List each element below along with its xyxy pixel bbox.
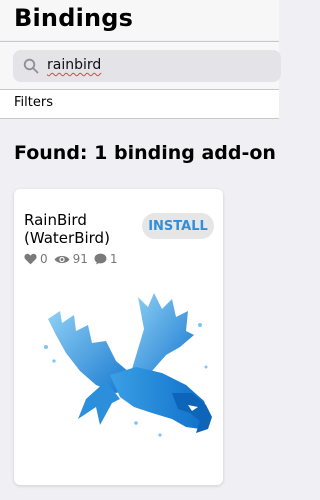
eye-icon xyxy=(54,255,69,263)
addon-stats: 0 91 1 xyxy=(24,251,124,267)
search-bar: rainbird xyxy=(0,41,281,90)
page-title: Bindings xyxy=(14,4,134,32)
install-button[interactable]: INSTALL xyxy=(142,213,214,239)
search-value[interactable]: rainbird xyxy=(47,57,101,73)
app-header: Bindings xyxy=(0,0,279,40)
filters-bar[interactable]: Filters xyxy=(0,89,279,119)
comment-icon xyxy=(94,253,107,265)
comments-stat: 1 xyxy=(94,252,118,266)
addon-card[interactable]: RainBird (WaterBird) INSTALL 0 91 1 xyxy=(14,189,223,485)
views-count: 91 xyxy=(72,252,88,266)
likes-stat: 0 xyxy=(24,252,48,266)
results-count: Found: 1 binding add-on xyxy=(14,142,276,164)
addon-title[interactable]: RainBird (WaterBird) xyxy=(24,211,144,247)
views-stat: 91 xyxy=(54,252,88,266)
heart-icon xyxy=(24,253,37,265)
addon-title-line2: (WaterBird) xyxy=(24,229,110,247)
likes-count: 0 xyxy=(40,252,48,266)
search-input[interactable]: rainbird xyxy=(13,50,281,82)
bird-logo-icon xyxy=(44,293,212,437)
addon-title-line1: RainBird xyxy=(24,211,87,229)
search-icon xyxy=(23,58,39,74)
comments-count: 1 xyxy=(109,252,118,266)
filters-label[interactable]: Filters xyxy=(14,95,53,110)
